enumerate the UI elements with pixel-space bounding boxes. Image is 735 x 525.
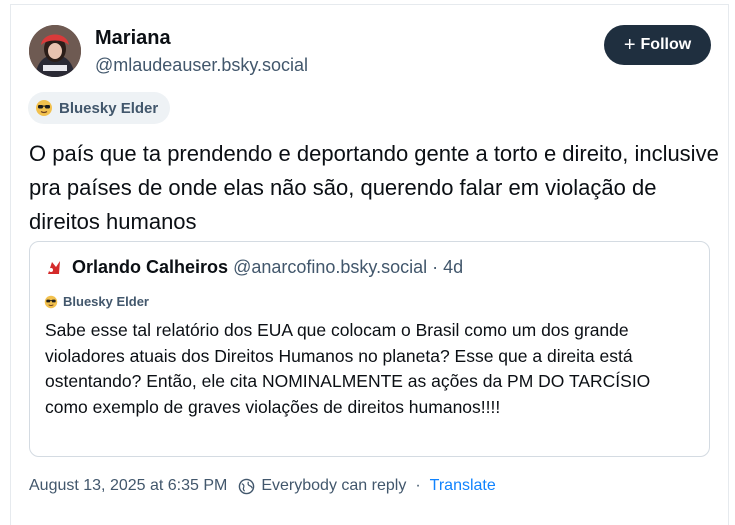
post-timestamp[interactable]: August 13, 2025 at 6:35 PM [29,477,227,495]
quote-separator: · [432,257,439,277]
post-card: Mariana @mlaudeauser.bsky.social + Follo… [10,4,729,525]
post-text: O país que ta prendendo e deportando gen… [29,141,719,234]
post-meta: August 13, 2025 at 6:35 PM Everybody can… [29,477,496,495]
author-handle[interactable]: @mlaudeauser.bsky.social [95,55,308,76]
quote-author-name[interactable]: Orlando Calheiros [72,257,228,277]
quote-age[interactable]: 4d [443,257,463,277]
sunglasses-face-icon [36,100,52,116]
author-name[interactable]: Mariana [95,27,171,50]
quoted-post[interactable]: Orlando Calheiros @anarcofino.bsky.socia… [29,241,710,457]
badge-label: Bluesky Elder [59,99,159,117]
plus-icon: + [623,34,636,56]
quote-badge-label: Bluesky Elder [63,294,149,309]
meta-separator: · [415,477,421,494]
quote-author-badge[interactable]: Bluesky Elder [44,294,149,309]
sunglasses-face-icon [44,295,58,308]
follow-label: Follow [640,36,692,53]
translate-link[interactable]: Translate [430,477,496,495]
quote-author-handle[interactable]: @anarcofino.bsky.social [233,257,427,277]
quote-author-avatar[interactable] [44,258,64,278]
author-avatar[interactable] [29,25,81,77]
globe-reply-icon [239,478,255,494]
follow-button[interactable]: + Follow [604,25,711,65]
quote-header: Orlando Calheiros @anarcofino.bsky.socia… [72,257,463,278]
reply-setting[interactable]: Everybody can reply [261,477,406,495]
quote-text: Sabe esse tal relatório dos EUA que colo… [45,320,651,417]
author-badge[interactable]: Bluesky Elder [28,92,171,124]
